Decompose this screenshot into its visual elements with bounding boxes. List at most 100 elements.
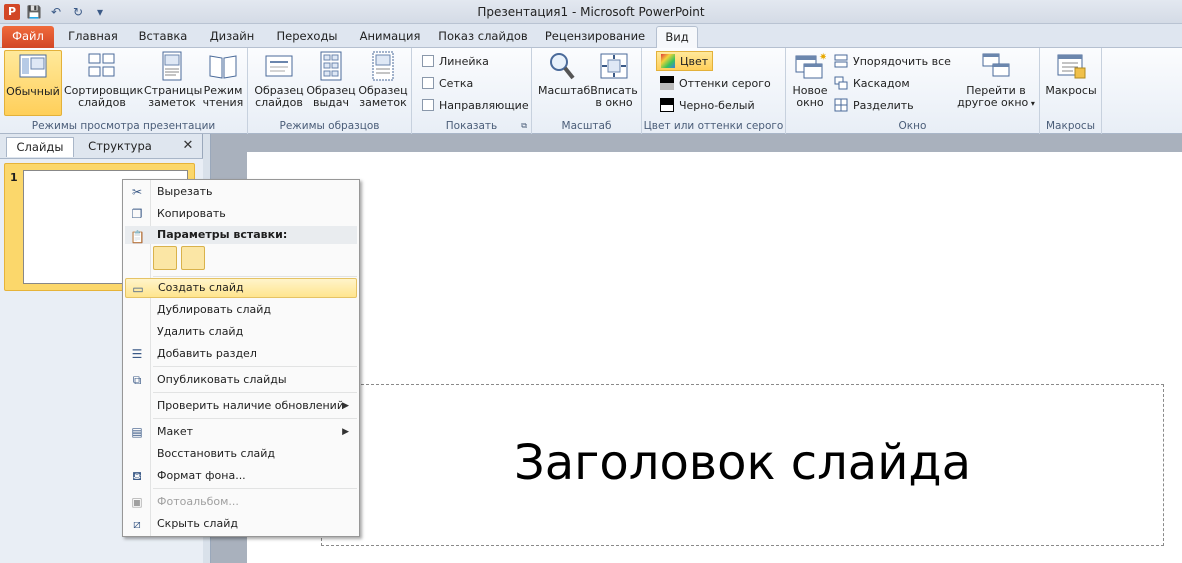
slide-sorter-button[interactable]: Сортировщик слайдов — [64, 50, 143, 109]
switch-windows-icon — [982, 53, 1010, 77]
reading-view-button[interactable]: Режим чтения — [202, 50, 244, 109]
chevron-down-icon: ▾ — [1028, 99, 1035, 108]
grayscale-button[interactable]: Оттенки серого — [660, 73, 771, 93]
group-label-view-modes: Режимы просмотра презентации — [31, 120, 216, 132]
dialog-launcher-icon[interactable]: ⧉ — [521, 121, 527, 131]
close-pane-icon[interactable]: ✕ — [180, 137, 196, 155]
paste-options-buttons — [153, 246, 205, 270]
cascade-button[interactable]: Каскадом — [834, 73, 910, 93]
menu-item-copy[interactable]: ❐ Копировать — [125, 204, 357, 224]
menu-item-new-slide[interactable]: ▭ Создать слайд — [125, 278, 357, 298]
group-color: Цвет Оттенки серого Черно-белый Цвет или… — [642, 48, 786, 134]
grid-checkbox-box[interactable] — [422, 77, 434, 89]
tab-file[interactable]: Файл — [2, 26, 54, 48]
menu-item-reset-slide[interactable]: Восстановить слайд — [125, 444, 357, 464]
tab-slideshow[interactable]: Показ слайдов — [434, 26, 532, 48]
group-view-modes: Обычный Сортировщик слайдов Страницы зам… — [0, 48, 248, 134]
paste-keep-format-icon[interactable] — [153, 246, 177, 270]
split-button[interactable]: Разделить — [834, 95, 914, 115]
menu-separator — [153, 366, 357, 367]
group-label-masters: Режимы образцов — [279, 120, 380, 132]
tab-view[interactable]: Вид — [656, 26, 698, 49]
cascade-icon — [834, 76, 848, 90]
new-window-button[interactable]: ✷ Новое окно — [788, 50, 832, 109]
grid-checkbox[interactable]: Сетка — [422, 73, 473, 93]
tab-animations[interactable]: Анимация — [352, 26, 428, 48]
menu-separator — [153, 418, 357, 419]
handout-master-icon — [320, 51, 342, 81]
guides-checkbox-box[interactable] — [422, 99, 434, 111]
scissors-icon: ✂ — [131, 185, 143, 199]
color-swatch-icon — [661, 54, 675, 68]
tab-review[interactable]: Рецензирование — [538, 26, 652, 48]
group-zoom: Масштаб Вписать в окно Масштаб — [532, 48, 642, 134]
black-white-swatch-icon — [660, 98, 674, 112]
menu-item-delete-slide[interactable]: Удалить слайд — [125, 322, 357, 342]
switch-windows-button[interactable]: Перейти в другое окно ▾ — [956, 50, 1036, 110]
paste-icon: 📋 — [130, 230, 145, 244]
slide-master-icon — [265, 55, 293, 77]
grayscale-swatch-icon — [660, 76, 674, 90]
ribbon-tabs: Файл Главная Вставка Дизайн Переходы Ани… — [0, 24, 1182, 49]
guides-checkbox[interactable]: Направляющие — [422, 95, 529, 115]
svg-text:✷: ✷ — [819, 52, 826, 63]
tab-design[interactable]: Дизайн — [202, 26, 262, 48]
paint-bucket-icon: ⛾ — [132, 469, 142, 483]
menu-item-layout[interactable]: ▤ Макет ▶ — [125, 422, 357, 442]
tab-outline[interactable]: Структура — [80, 137, 160, 157]
ruler-checkbox-box[interactable] — [422, 55, 434, 67]
menu-item-publish-slides[interactable]: ⧉ Опубликовать слайды — [125, 370, 357, 390]
title-bar: P 💾 ↶ ↻ ▾ Презентация1 - Microsoft Power… — [0, 0, 1182, 24]
group-show: Линейка Сетка Направляющие Показать ⧉ — [412, 48, 532, 134]
title-placeholder[interactable]: Заголовок слайда — [321, 384, 1164, 546]
menu-separator — [153, 392, 357, 393]
group-label-zoom: Масштаб — [561, 120, 612, 132]
zoom-button[interactable]: Масштаб — [538, 50, 590, 97]
macros-icon — [1057, 54, 1086, 79]
title-placeholder-text: Заголовок слайда — [513, 435, 971, 491]
notes-page-button[interactable]: Страницы заметок — [144, 50, 202, 109]
menu-separator — [153, 488, 357, 489]
notes-master-button[interactable]: Образец заметок — [358, 50, 408, 109]
submenu-arrow-icon: ▶ — [342, 427, 349, 437]
normal-view-icon — [19, 54, 47, 78]
reading-view-icon — [209, 55, 237, 79]
hide-slide-icon: ⧄ — [133, 517, 141, 531]
fit-to-window-button[interactable]: Вписать в окно — [590, 50, 638, 109]
group-label-macros: Макросы — [1046, 120, 1095, 132]
group-label-show: Показать — [445, 120, 498, 132]
tab-insert[interactable]: Вставка — [132, 26, 194, 48]
photo-album-icon: ▣ — [131, 495, 143, 509]
notes-master-icon — [372, 51, 394, 81]
new-slide-icon: ▭ — [132, 282, 144, 296]
menu-item-cut[interactable]: ✂ Вырезать — [125, 182, 357, 202]
slide-sorter-icon — [88, 53, 115, 77]
arrange-all-button[interactable]: Упорядочить все — [834, 51, 951, 71]
new-window-icon: ✷ — [795, 52, 826, 79]
tab-home[interactable]: Главная — [62, 26, 124, 48]
arrange-all-icon — [834, 54, 848, 68]
menu-item-add-section[interactable]: ☰ Добавить раздел — [125, 344, 357, 364]
tab-transitions[interactable]: Переходы — [268, 26, 346, 48]
tab-slides[interactable]: Слайды — [6, 137, 74, 157]
ribbon: Обычный Сортировщик слайдов Страницы зам… — [0, 48, 1182, 134]
paste-picture-icon[interactable] — [181, 246, 205, 270]
publish-slides-icon: ⧉ — [132, 373, 142, 387]
black-white-button[interactable]: Черно-белый — [660, 95, 755, 115]
window-title: Презентация1 - Microsoft PowerPoint — [477, 5, 705, 19]
menu-item-check-updates[interactable]: Проверить наличие обновлений ▶ — [125, 396, 357, 416]
color-button[interactable]: Цвет — [656, 51, 714, 71]
ruler-checkbox[interactable]: Линейка — [422, 51, 489, 71]
menu-item-duplicate-slide[interactable]: Дублировать слайд — [125, 300, 357, 320]
macros-button[interactable]: Макросы — [1044, 50, 1098, 97]
normal-view-button[interactable]: Обычный — [4, 50, 62, 116]
handout-master-button[interactable]: Образец выдач — [306, 50, 356, 109]
group-label-window: Окно — [898, 120, 927, 132]
menu-item-hide-slide[interactable]: ⧄ Скрыть слайд — [125, 514, 357, 534]
group-window: ✷ Новое окно Упорядочить все Каскадом Ра… — [786, 48, 1040, 134]
slide-master-button[interactable]: Образец слайдов — [254, 50, 304, 109]
slide-canvas[interactable]: Заголовок слайда — [247, 152, 1182, 563]
menu-item-photo-album: ▣ Фотоальбом... — [131, 495, 239, 509]
group-masters: Образец слайдов Образец выдач Образец за… — [248, 48, 412, 134]
menu-item-format-background[interactable]: ⛾ Формат фона... — [125, 466, 357, 486]
